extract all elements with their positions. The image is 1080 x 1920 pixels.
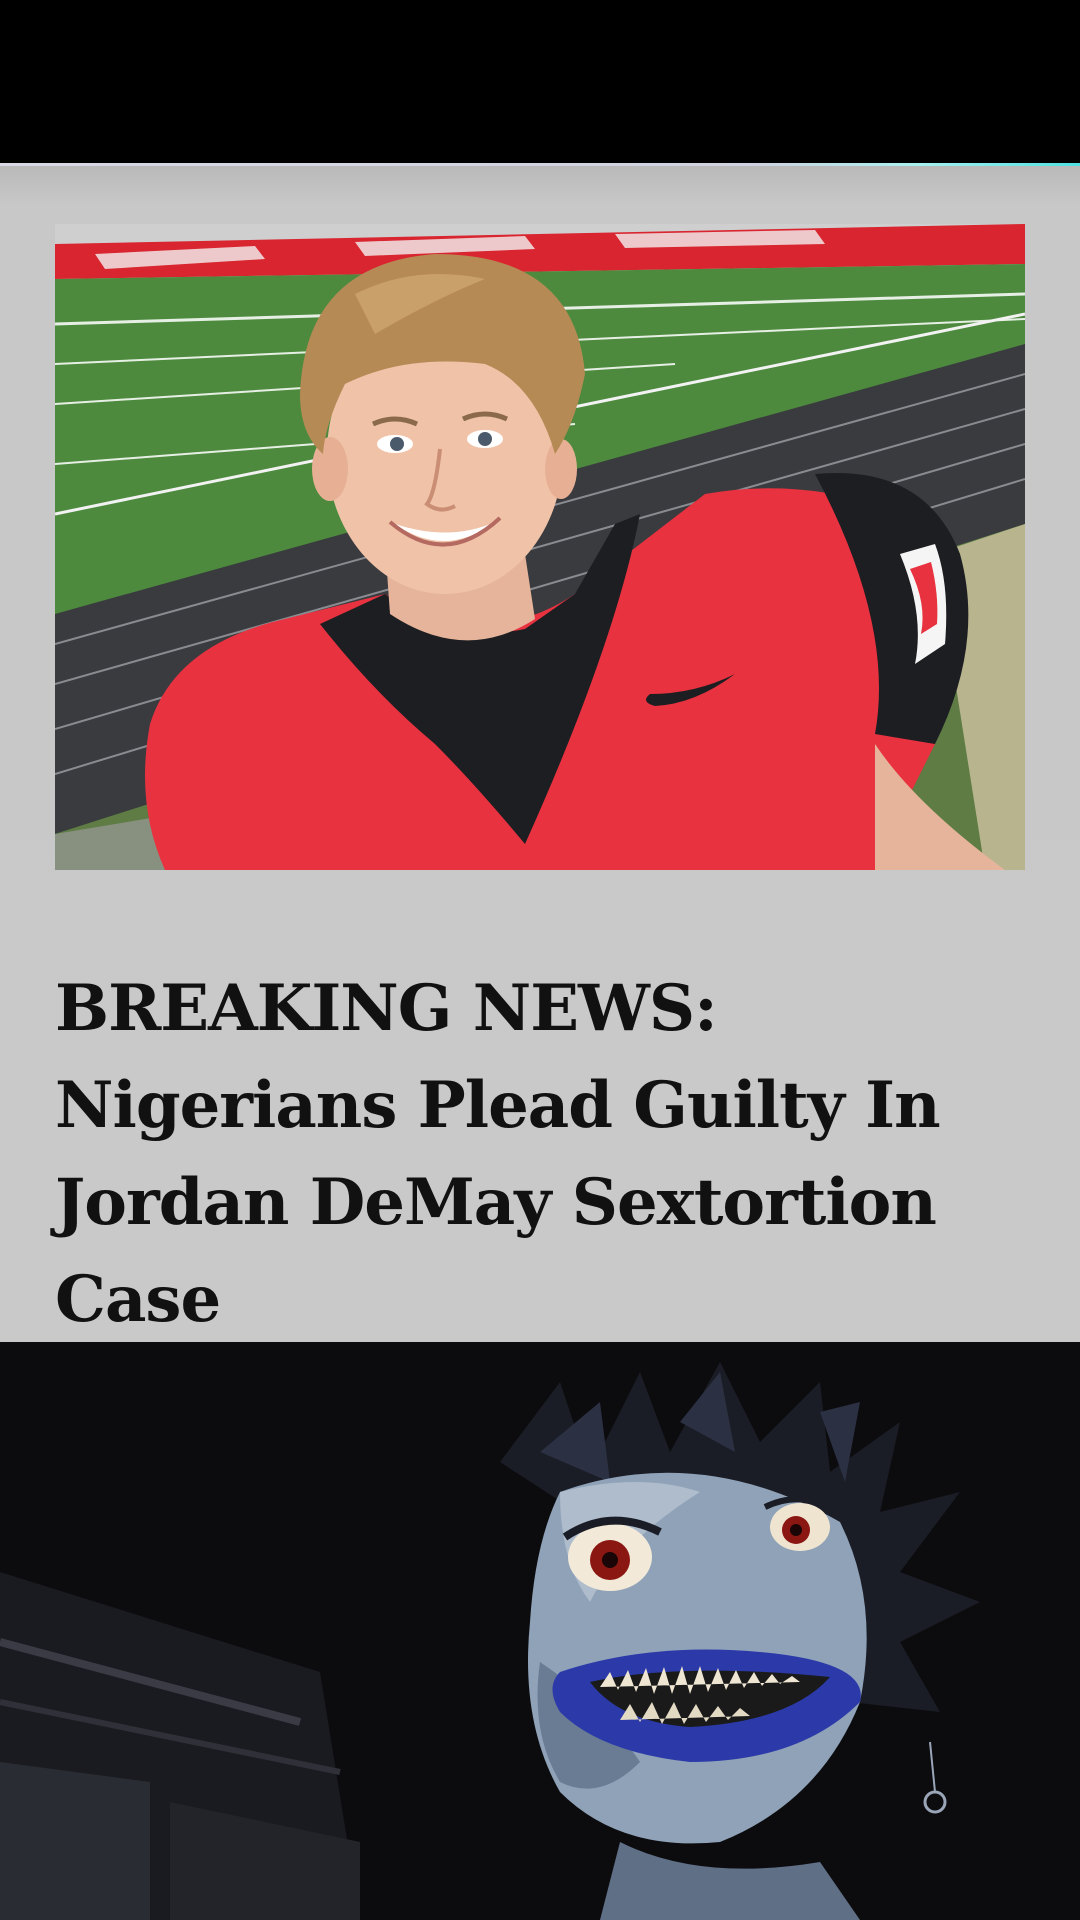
meme-post: BREAKING NEWS: Nigerians Plead Guilty In… [0,0,1080,1920]
headline: BREAKING NEWS: Nigerians Plead Guilty In… [55,960,1045,1348]
shinigami-grin-illustration [0,1342,1080,1920]
headline-line-2: Nigerians Plead Guilty In [55,1068,941,1143]
top-black-bar [0,0,1080,163]
headline-line-4: Case [55,1262,221,1337]
headline-line-3: Jordan DeMay Sextortion [55,1165,937,1240]
football-player-photo [55,224,1025,870]
reaction-image [0,1342,1080,1920]
headline-line-1: BREAKING NEWS: [55,971,718,1046]
news-photo [55,224,1025,870]
